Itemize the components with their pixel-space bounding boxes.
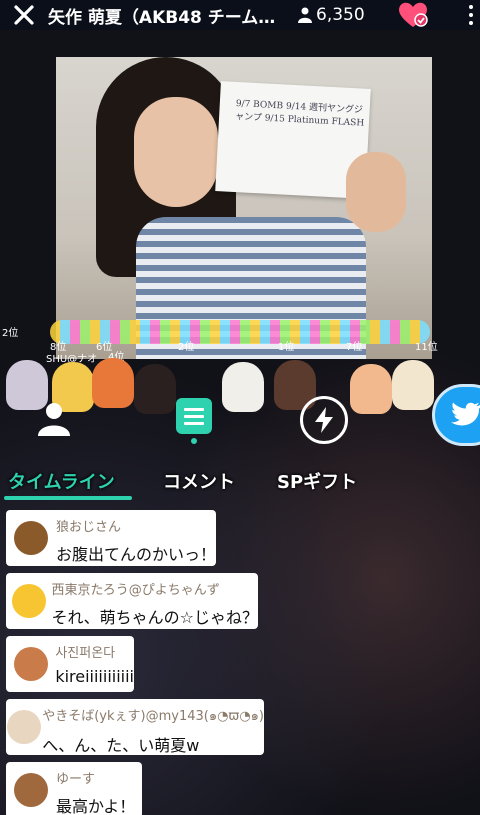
timeline-feed-button[interactable] [176,398,212,434]
comment-author: やきそば(ykぇす)@my143(๑◔ϖ◔๑) [42,709,264,724]
gift-rank-label: 6位 [96,342,113,353]
streamer-hand [346,152,406,232]
comment-text: へ、ん、た、い萌夏w [42,736,200,755]
gift-rank-label: 11位 [415,342,438,353]
avatar [6,762,56,815]
comment-text: それ、萌ちゃんの☆じゃね？ [51,608,258,627]
gift-rank-label: 7位 [346,342,363,353]
comment-card[interactable]: やきそば(ykぇす)@my143(๑◔ϖ◔๑) へ、ん、た、い萌夏w [6,699,264,755]
gift-character [134,364,176,414]
avatar [6,510,56,566]
viewer-count: 6,350 [298,5,388,25]
gift-character [350,364,392,414]
comment-card[interactable]: 狼おじさん お腹出てんのかいっ！ [6,510,216,566]
more-menu-button[interactable] [462,3,480,27]
handwritten-note-text: 9/7 BOMB 9/14 週刊ヤングジャンプ 9/15 Platinum FL… [234,98,365,129]
tab-comments[interactable]: コメント [163,468,235,494]
comment-author: ゆーす [56,772,96,787]
comment-card[interactable]: 사진퍼온다 kireiiiiiiiiiii [6,636,134,692]
list-line-icon [184,407,204,411]
list-line-icon [184,421,204,425]
viewer-count-value: 6,350 [316,5,365,25]
comment-card[interactable]: 西東京たろう@ぴよちゃんず それ、萌ちゃんの☆じゃね？ [6,573,258,629]
gift-character [92,358,134,408]
avatar [6,573,51,629]
gift-rank-label: 2位 [2,328,19,339]
comment-card[interactable]: ゆーす 最高かよ！ [6,762,142,815]
streamer-face [134,97,218,207]
gift-character [392,360,434,410]
list-line-icon [184,414,204,418]
person-icon [298,7,312,23]
close-button[interactable] [0,0,48,30]
boost-button[interactable] [300,396,348,444]
comment-author: 狼おじさん [55,520,121,535]
tab-sp-gift[interactable]: SPギフト [277,468,357,494]
broadcast-title[interactable]: 矢作 萌夏（AKB48 チームK… [48,3,280,28]
video-feed[interactable]: 9/7 BOMB 9/14 週刊ヤングジャンプ 9/15 Platinum FL… [56,57,432,359]
gift-rank-label: 2位 [178,342,195,353]
avatar [6,636,55,692]
active-indicator-dot [191,438,197,444]
comment-text: 最高かよ！ [56,797,136,815]
tab-timeline[interactable]: タイムライン [8,468,115,494]
comment-author: 西東京たろう@ぴよちゃんず [51,583,220,598]
tab-bar: タイムライン コメント SPギフト [0,462,480,500]
gift-character [222,362,264,412]
heart-check-icon [399,2,428,28]
gift-rank-label: 8位 [50,342,67,353]
user-icon [38,403,70,436]
comment-author: 사진퍼온다 [55,646,116,661]
follow-heart-button[interactable] [396,0,430,30]
active-tab-underline [4,496,132,500]
comment-text: お腹出てんのかいっ！ [55,545,216,564]
avatar [6,699,42,755]
viewer-list-button[interactable] [34,398,74,438]
lightning-icon [315,407,333,433]
close-icon [14,5,34,25]
gift-rank-label: 1位 [278,342,295,353]
twitter-bird-icon [451,402,480,426]
comment-text: kireiiiiiiiiiii [55,667,134,686]
